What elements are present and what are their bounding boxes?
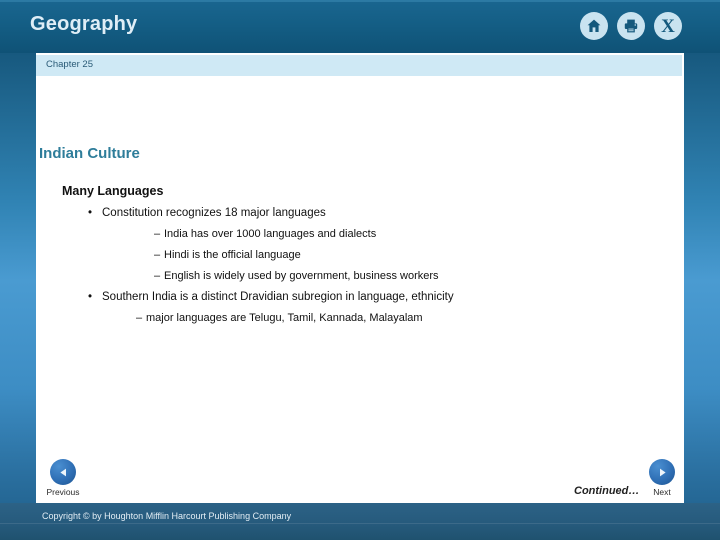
outline-item-level3: – Hindi is the official language (154, 249, 684, 261)
presentation-slide: Geography X Chapter 25 Indian Culture Ma… (0, 0, 720, 540)
next-arrow-icon (649, 459, 675, 485)
outline-item-level2: • Constitution recognizes 18 major langua… (88, 207, 684, 219)
previous-arrow-icon (50, 459, 76, 485)
app-header: Geography X (0, 0, 720, 53)
bullet-dash-icon: – (154, 228, 161, 240)
header-icon-group: X (580, 12, 682, 40)
outline-item-text: English is widely used by government, bu… (164, 270, 439, 282)
outline-item-text: major languages are Telugu, Tamil, Kanna… (146, 312, 423, 324)
bullet-dot-icon: • (88, 207, 93, 219)
bullet-dot-icon: • (88, 291, 93, 303)
footer-divider (0, 523, 720, 524)
previous-button-label: Previous (46, 487, 80, 497)
outline-item-text: Southern India is a distinct Dravidian s… (102, 291, 454, 303)
bullet-dash-icon: – (154, 249, 161, 261)
outline-item-text: Constitution recognizes 18 major languag… (102, 207, 326, 219)
outline-item-text: India has over 1000 languages and dialec… (164, 228, 377, 240)
chapter-bar: Chapter 25 (36, 55, 682, 76)
outline-item-text: Hindi is the official language (164, 249, 301, 261)
previous-button[interactable]: Previous (26, 459, 100, 497)
outline-item-level3: – English is widely used by government, b… (154, 270, 684, 282)
slide-outline: Many Languages • Constitution recognizes … (36, 184, 684, 333)
outline-item-level3: – major languages are Telugu, Tamil, Kann… (136, 312, 684, 324)
continued-label: Continued… (574, 485, 640, 497)
outline-item-level3: – India has over 1000 languages and diale… (154, 228, 684, 240)
bullet-dash-icon: – (154, 270, 161, 282)
bullet-dash-icon: – (136, 312, 143, 324)
slide-heading: Indian Culture (39, 145, 140, 162)
close-icon[interactable]: X (654, 12, 682, 40)
copyright-text: Copyright © by Houghton Mifflin Harcourt… (42, 511, 292, 521)
outline-item-level2: • Southern India is a distinct Dravidian … (88, 291, 684, 303)
print-icon[interactable] (617, 12, 645, 40)
home-icon[interactable] (580, 12, 608, 40)
slide-content: Indian Culture Many Languages • Constitut… (36, 76, 684, 503)
header-top-accent (0, 0, 720, 2)
close-icon-glyph: X (661, 15, 675, 37)
footer-bar: Copyright © by Houghton Mifflin Harcourt… (0, 503, 720, 540)
chapter-label: Chapter 25 (46, 59, 94, 70)
outline-item-level1: Many Languages (62, 184, 164, 198)
page-title: Geography (30, 13, 138, 35)
